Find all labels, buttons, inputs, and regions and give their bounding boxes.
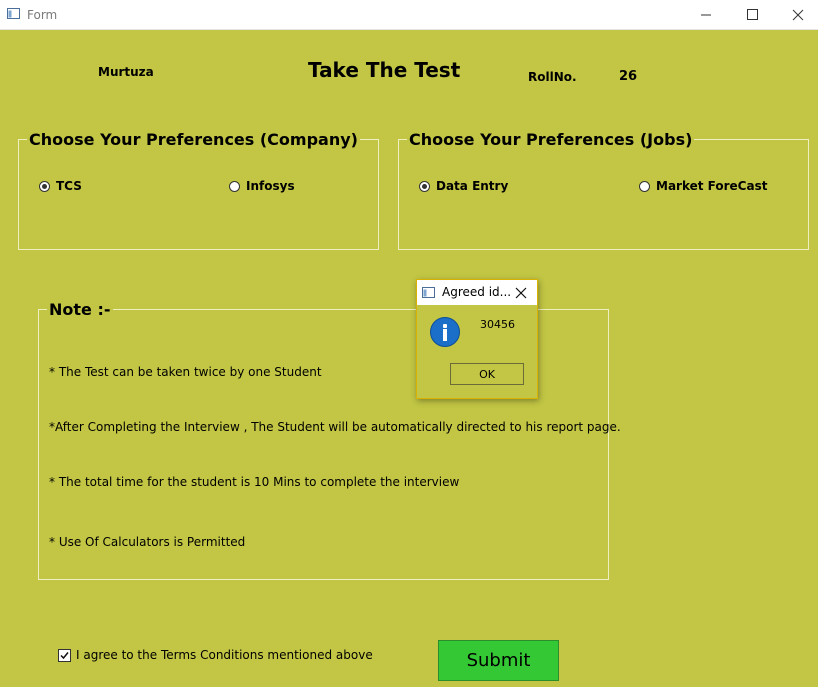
radio-tcs[interactable]: TCS [39,178,82,194]
message-dialog: Agreed id... 30456 OK [416,279,538,399]
radio-button-checked[interactable] [39,180,50,192]
dialog-titlebar: Agreed id... [417,280,537,305]
agree-terms-label: I agree to the Terms Conditions mentione… [76,648,373,662]
page-title: Take The Test [308,58,461,82]
dialog-app-icon [422,287,435,298]
radio-infosys-label: Infosys [246,179,295,193]
dialog-close-icon[interactable] [511,283,531,303]
radio-button[interactable] [639,180,650,192]
radio-data-entry-label: Data Entry [436,179,509,193]
agree-terms-checkbox[interactable]: I agree to the Terms Conditions mentione… [58,648,373,662]
checkmark-icon [60,651,69,659]
window-title: Form [27,8,58,22]
form-body: Murtuza Take The Test RollNo. 26 Choose … [0,30,818,687]
roll-number-label: RollNo. [528,70,577,84]
close-button[interactable] [775,0,818,30]
company-preferences-group: Choose Your Preferences (Company) TCS In… [18,130,379,250]
radio-infosys[interactable]: Infosys [229,178,295,194]
minimize-icon [701,14,711,16]
note-legend: Note :- [47,300,113,319]
minimize-button[interactable] [683,0,729,30]
note-line-4: * Use Of Calculators is Permitted [49,535,246,549]
note-line-3: * The total time for the student is 10 M… [49,475,460,489]
student-name: Murtuza [98,65,154,79]
checkbox-checked[interactable] [58,648,71,662]
roll-number-value: 26 [619,69,638,84]
dialog-title: Agreed id... [442,285,512,299]
dialog-message: 30456 [480,318,515,331]
jobs-preferences-group: Choose Your Preferences (Jobs) Data Entr… [398,130,809,250]
maximize-icon [747,9,758,20]
note-line-1: * The Test can be taken twice by one Stu… [49,365,322,379]
close-icon [792,9,804,21]
radio-tcs-label: TCS [56,179,82,193]
radio-button-checked[interactable] [419,180,430,192]
note-line-2: *After Completing the Interview , The St… [49,420,621,434]
radio-market-forecast[interactable]: Market ForeCast [639,178,767,194]
jobs-group-legend: Choose Your Preferences (Jobs) [407,130,695,149]
radio-data-entry[interactable]: Data Entry [419,178,508,194]
submit-button[interactable]: Submit [438,640,559,681]
radio-market-forecast-label: Market ForeCast [656,179,768,193]
radio-button[interactable] [229,180,240,192]
company-group-legend: Choose Your Preferences (Company) [27,130,360,149]
form-app-icon [7,8,20,19]
window-titlebar: Form [0,0,818,30]
info-icon [430,317,460,347]
maximize-button[interactable] [729,0,775,30]
ok-button[interactable]: OK [450,363,524,385]
